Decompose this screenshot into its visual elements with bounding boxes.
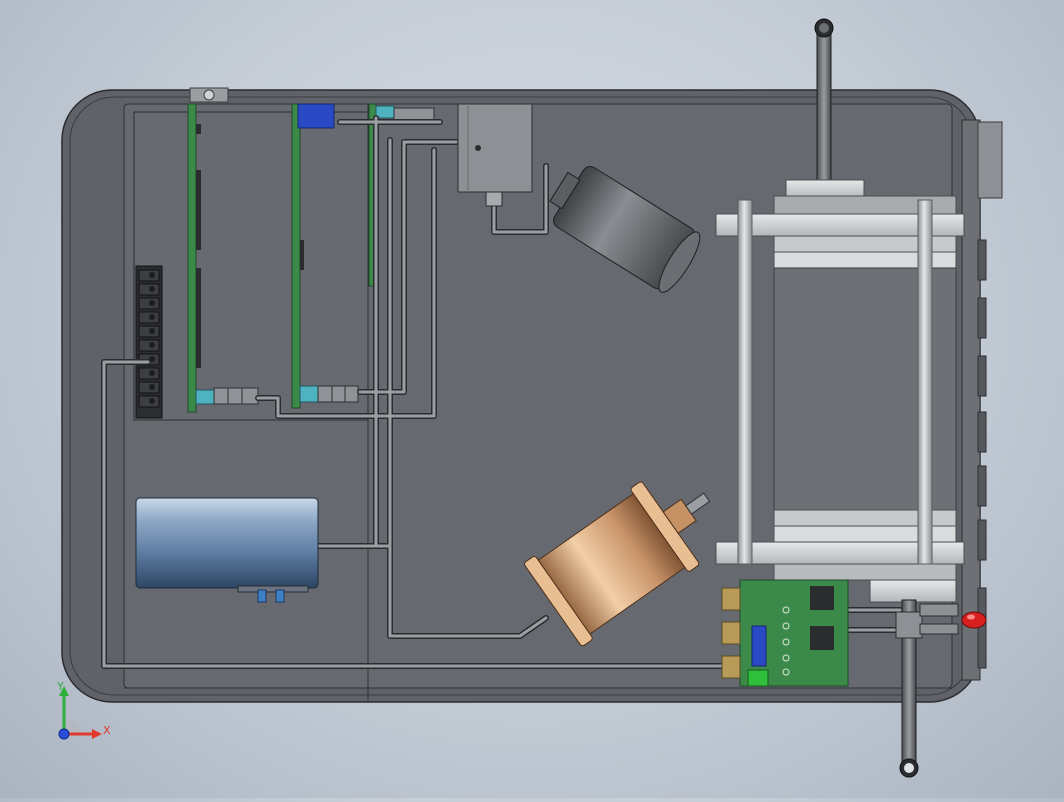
blue-connector[interactable] [297, 103, 335, 129]
pcb-side-connector-2[interactable] [721, 621, 741, 645]
pcb-side-connector-1[interactable] [721, 587, 741, 611]
top-standoff [189, 87, 229, 103]
z-axis-dot [58, 728, 70, 740]
cyan-connector-1[interactable] [195, 387, 259, 405]
pump-block[interactable] [457, 103, 533, 207]
cyan-connector-top[interactable] [375, 105, 435, 121]
x-axis-label: X [103, 724, 111, 737]
tie-rod-right [917, 199, 933, 565]
pcb-side-connector-3[interactable] [721, 655, 741, 679]
cyan-connector-2[interactable] [299, 385, 359, 403]
terminal-block[interactable] [135, 265, 163, 419]
control-pcb[interactable] [739, 579, 849, 687]
status-led [961, 611, 987, 629]
electronics-bay [133, 111, 369, 421]
y-axis-label: Y [56, 680, 64, 693]
vertical-pipe-top [814, 18, 834, 187]
tie-rod-left [737, 199, 753, 565]
cad-viewport[interactable]: Y X [0, 0, 1064, 798]
side-connector-panel [961, 119, 1003, 681]
blue-tank[interactable] [135, 497, 319, 603]
